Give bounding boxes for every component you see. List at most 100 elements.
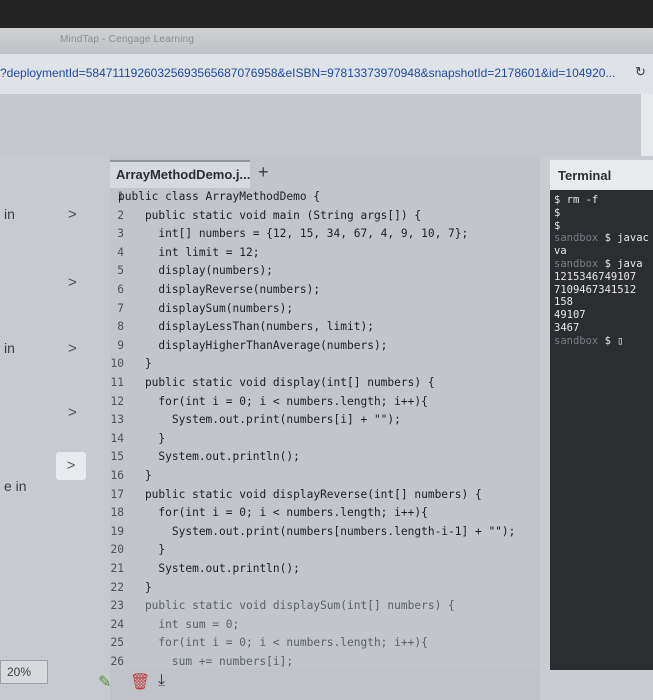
terminal-prompt: sandbox: [554, 258, 599, 270]
code-editor[interactable]: 1 public class ArrayMethodDemo {2 public …: [110, 188, 540, 670]
active-chevron-button[interactable]: >: [56, 452, 86, 480]
code-text: displayHigherThanAverage(numbers);: [118, 338, 388, 352]
code-text: displaySum(numbers);: [118, 301, 294, 315]
terminal-text: $: [554, 219, 561, 232]
code-text: display(numbers);: [118, 264, 273, 278]
download-icon[interactable]: ⤓: [158, 672, 165, 690]
terminal-line: sandbox $ ▯: [554, 335, 624, 347]
sidebar-item-5[interactable]: e in: [0, 478, 95, 498]
terminal-text: $ java: [598, 258, 643, 270]
file-tab-label: ArrayMethodDemo.j...: [116, 167, 251, 182]
sidebar-item-3[interactable]: in >: [0, 340, 95, 360]
terminal-text: 3467: [554, 322, 580, 334]
editor-toolbar: ✎ 🗑 ⤓: [98, 668, 540, 700]
code-line[interactable]: 24 int sum = 0;: [110, 616, 540, 634]
terminal-title: Terminal: [558, 168, 612, 183]
terminal-text: $ ▯: [598, 334, 624, 347]
terminal-line: sandbox $ java: [554, 258, 643, 270]
topbar-accent: [641, 94, 653, 156]
code-text: int[] numbers = {12, 15, 34, 67, 4, 9, 1…: [118, 227, 469, 241]
photo-top-edge: [0, 0, 653, 30]
code-text: }: [118, 543, 166, 557]
code-line[interactable]: 2 public static void main (String args[]…: [110, 207, 540, 225]
terminal-text: $ javac: [598, 232, 649, 245]
terminal-header[interactable]: Terminal: [550, 160, 653, 190]
code-text: public static void main (String args[]) …: [118, 208, 422, 222]
terminal-line: 7109467341512: [554, 284, 636, 296]
code-line[interactable]: 4 int limit = 12;: [110, 244, 540, 262]
terminal-line: 1215346749107: [554, 271, 636, 283]
trash-icon[interactable]: 🗑: [130, 672, 150, 692]
refresh-icon[interactable]: ↻: [635, 64, 649, 80]
code-line[interactable]: 11 public static void display(int[] numb…: [110, 374, 540, 392]
code-line[interactable]: 16 }: [110, 467, 540, 485]
chevron-right-icon[interactable]: >: [68, 404, 77, 421]
terminal-line: $: [554, 220, 560, 232]
add-tab-button[interactable]: +: [258, 162, 278, 183]
code-line[interactable]: 5 display(numbers);: [110, 262, 540, 280]
code-text: System.out.println();: [118, 450, 300, 464]
code-line[interactable]: 12 for(int i = 0; i < numbers.length; i+…: [110, 393, 540, 411]
address-url[interactable]: ?deploymentId=58471119260325693565687076…: [0, 66, 615, 80]
code-text: }: [118, 357, 152, 371]
code-line[interactable]: 17 public static void displayReverse(int…: [110, 486, 540, 504]
terminal-prompt: sandbox: [554, 334, 599, 347]
terminal-output[interactable]: $ rm -f $ $ sandbox $ javac va sandbox $ java…: [550, 190, 653, 670]
chevron-right-icon[interactable]: >: [68, 340, 77, 357]
code-text: displayReverse(numbers);: [118, 283, 321, 296]
code-text: for(int i = 0; i < numbers.length; i++){: [118, 506, 428, 520]
sidebar-item-label: in: [4, 340, 15, 356]
chevron-right-icon[interactable]: >: [68, 274, 77, 291]
code-line[interactable]: 19 System.out.print(numbers[numbers.leng…: [110, 523, 540, 541]
code-line[interactable]: 22 }: [110, 579, 540, 597]
code-text: System.out.print(numbers[i] + "");: [118, 413, 401, 427]
code-line[interactable]: 8 displayLessThan(numbers, limit);: [110, 318, 540, 336]
code-text: }: [118, 580, 152, 594]
terminal-text: 158: [554, 296, 573, 309]
terminal-line: 3467: [554, 322, 579, 334]
code-line[interactable]: 21 System.out.println();: [110, 560, 540, 578]
code-line[interactable]: 23 public static void displaySum(int[] n…: [110, 597, 540, 615]
sidebar-item-label: e in: [4, 478, 27, 494]
code-line[interactable]: 3 int[] numbers = {12, 15, 34, 67, 4, 9,…: [110, 225, 540, 243]
code-text: System.out.println();: [118, 562, 300, 575]
code-text: System.out.print(numbers[numbers.length-…: [118, 524, 516, 538]
terminal-line: sandbox $ javac: [554, 232, 649, 244]
code-line[interactable]: 14 }: [110, 430, 540, 448]
code-line[interactable]: 25 for(int i = 0; i < numbers.length; i+…: [110, 634, 540, 652]
terminal-text: 1215346749107: [554, 270, 637, 283]
code-text: public class ArrayMethodDemo {: [118, 190, 321, 203]
code-text: int sum = 0;: [118, 617, 240, 631]
terminal-text: 7109467341512: [554, 283, 637, 296]
terminal-text: $ rm -f: [554, 194, 599, 206]
code-text: }: [118, 431, 166, 445]
code-line[interactable]: 18 for(int i = 0; i < numbers.length; i+…: [110, 504, 540, 522]
code-line[interactable]: 20 }: [110, 541, 540, 559]
terminal-line: 158: [554, 296, 573, 308]
code-line[interactable]: 9 displayHigherThanAverage(numbers);: [110, 337, 540, 355]
terminal-line: $ rm -f: [554, 194, 598, 206]
browser-tab-title[interactable]: MindTap - Cengage Learning: [60, 34, 194, 45]
code-line[interactable]: 6 displayReverse(numbers);: [110, 281, 540, 299]
sidebar-item-1[interactable]: in >: [0, 206, 95, 226]
code-text: public static void display(int[] numbers…: [118, 376, 435, 389]
code-text: public static void displaySum(int[] numb…: [118, 599, 455, 613]
chevron-right-icon[interactable]: >: [68, 206, 77, 223]
code-line[interactable]: 7 displaySum(numbers);: [110, 300, 540, 318]
code-line[interactable]: 13 System.out.print(numbers[i] + "");: [110, 411, 540, 429]
address-bar[interactable]: ?deploymentId=58471119260325693565687076…: [0, 54, 653, 94]
sidebar-item-4[interactable]: >: [0, 404, 95, 424]
sidebar: [0, 156, 110, 700]
code-text: public static void displayReverse(int[] …: [118, 487, 482, 501]
file-tab[interactable]: ArrayMethodDemo.j...: [110, 160, 250, 188]
pencil-icon[interactable]: ✎: [98, 672, 111, 692]
terminal-prompt: sandbox: [554, 232, 599, 245]
code-line[interactable]: 15 System.out.println();: [110, 448, 540, 466]
code-line[interactable]: 1 public class ArrayMethodDemo {: [110, 188, 540, 206]
terminal-text: 49107: [554, 309, 586, 322]
sidebar-item-2[interactable]: >: [0, 274, 95, 294]
code-text: for(int i = 0; i < numbers.length; i++){: [118, 636, 428, 650]
browser-tab-strip[interactable]: MindTap - Cengage Learning: [0, 28, 653, 54]
code-line[interactable]: 10 }: [110, 355, 540, 373]
progress-indicator: 20%: [0, 660, 48, 684]
